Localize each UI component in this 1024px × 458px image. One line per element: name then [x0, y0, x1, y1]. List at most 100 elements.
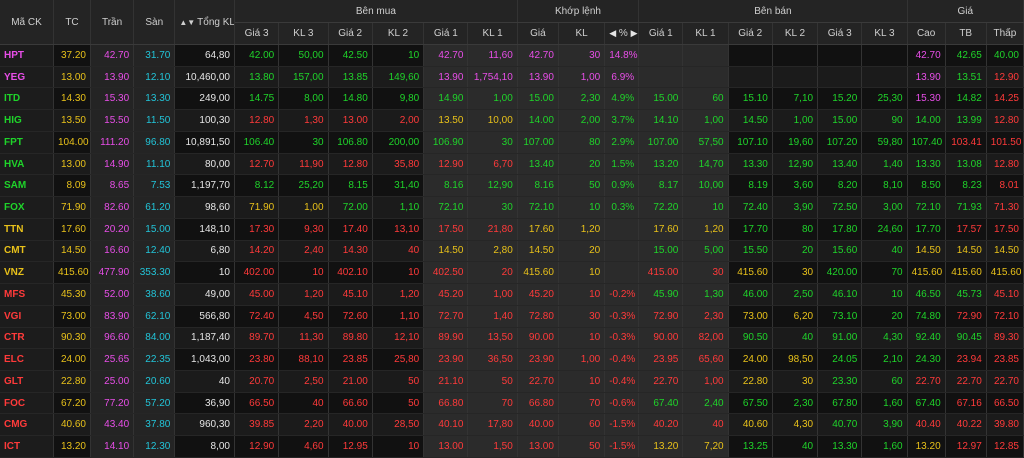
col-header-price-2[interactable]: TB [945, 22, 987, 45]
sell-volume-cell: 30 [772, 261, 819, 285]
sell-volume-cell: 30 [772, 370, 819, 393]
buy-price-cell: 13.85 [328, 66, 373, 89]
chevron-left-icon[interactable]: ◀ [609, 28, 616, 38]
symbol-cell[interactable]: SAM [0, 174, 54, 198]
col-header-buy-1[interactable]: Giá 3 [234, 22, 280, 45]
symbol-cell[interactable]: CMG [0, 413, 54, 437]
ref-price-cell: 90.30 [53, 327, 92, 350]
col-header-buy-5[interactable]: Giá 1 [423, 22, 469, 45]
col-header-ceiling[interactable]: Trần [90, 0, 135, 45]
table-row[interactable]: VGI 73.00 83.90 62.10 566,80 72.40 4,50 72.60 1,… [0, 305, 1024, 328]
table-row[interactable]: TTN 17.60 20.20 15.00 148,10 17.30 9,30 17.40 13… [0, 218, 1024, 241]
ceiling-price-cell: 77.20 [90, 392, 135, 415]
col-header-buy-6[interactable]: KL 1 [467, 22, 518, 45]
ceiling-price-cell: 25.00 [90, 370, 135, 393]
low-price-cell: 66.50 [986, 392, 1024, 415]
buy-volume-cell: 11,60 [467, 44, 518, 67]
sort-icon[interactable]: ▲▼ [179, 18, 195, 27]
table-row[interactable]: FPT 104.00 111.20 96.80 10,891,50 106.40 30 106… [0, 131, 1024, 154]
ceiling-price-cell: 8.65 [90, 174, 135, 198]
sell-price-cell: 73.10 [817, 305, 863, 328]
symbol-cell[interactable]: VNZ [0, 261, 54, 285]
col-header-sell-3[interactable]: Giá 2 [728, 22, 773, 45]
table-row[interactable]: HPT 37.20 42.70 31.70 64,80 42.00 50,00 42.50 10… [0, 44, 1024, 67]
table-row[interactable]: ITD 14.30 15.30 13.30 249,00 14.75 8,00 14.80 9,… [0, 87, 1024, 111]
col-header-price-3[interactable]: Thấp [986, 22, 1024, 45]
col-header-total-volume[interactable]: ▲▼ Tổng KL [174, 0, 235, 45]
col-header-sell-4[interactable]: KL 2 [772, 22, 819, 45]
table-row[interactable]: MFS 45.30 52.00 38.60 49,00 45.00 1,20 45.10 1,2… [0, 283, 1024, 306]
chevron-right-icon[interactable]: ▶ [631, 28, 638, 38]
symbol-cell[interactable]: VGI [0, 305, 54, 328]
symbol-cell[interactable]: FOX [0, 196, 54, 219]
buy-volume-cell: 25,80 [372, 348, 425, 372]
table-row[interactable]: ICT 13.20 14.10 12.30 8,00 12.90 4,60 12.95 10 13… [0, 435, 1024, 458]
sell-volume-cell: 40 [772, 327, 819, 350]
avg-price-cell: 71.93 [945, 196, 987, 219]
col-header-reference[interactable]: TC [53, 0, 92, 45]
table-row[interactable]: ELC 24.00 25.65 22.35 1,043,00 23.80 88,10 23.8… [0, 348, 1024, 372]
col-header-match-1[interactable]: Giá [517, 22, 559, 45]
col-header-sell-6[interactable]: KL 3 [861, 22, 908, 45]
table-row[interactable]: HIG 13.50 15.50 11.50 100,30 12.80 1,30 13.00 2,… [0, 109, 1024, 132]
buy-volume-cell: 30 [278, 131, 329, 154]
col-header-match-pct[interactable]: ◀ % ▶ [604, 22, 640, 45]
high-price-cell: 14.50 [907, 240, 946, 263]
sell-price-cell: 72.40 [728, 196, 773, 219]
col-header-buy-3[interactable]: Giá 2 [328, 22, 373, 45]
table-row[interactable]: FOX 71.90 82.60 61.20 98,60 71.90 1,00 72.00 1,1… [0, 196, 1024, 219]
match-volume-cell: 1,00 [558, 348, 606, 372]
col-header-match-2[interactable]: KL [558, 22, 606, 45]
col-header-buy-2[interactable]: KL 3 [278, 22, 329, 45]
buy-price-cell: 106.90 [423, 131, 469, 154]
sell-volume-cell: 10,00 [682, 174, 729, 198]
col-header-sell-1[interactable]: Giá 1 [638, 22, 684, 45]
floor-price-cell: 57.20 [133, 392, 176, 415]
buy-volume-cell: 1,10 [372, 305, 425, 328]
symbol-cell[interactable]: MFS [0, 283, 54, 306]
symbol-cell[interactable]: ELC [0, 348, 54, 372]
symbol-cell[interactable]: ITD [0, 87, 54, 111]
table-row[interactable]: CMG 40.60 43.40 37.80 960,30 39.85 2,20 40.00 28… [0, 413, 1024, 437]
sell-price-cell: 14.10 [638, 109, 684, 132]
table-row[interactable]: HVA 13.00 14.90 11.10 80,00 12.70 11,90 12.80 35… [0, 153, 1024, 176]
table-row[interactable]: VNZ 415.60 477.90 353.30 10 402.00 10 402.10 10 4… [0, 261, 1024, 285]
col-header-floor[interactable]: Sàn [133, 0, 176, 45]
symbol-cell[interactable]: FOC [0, 392, 54, 415]
buy-volume-cell: 2,20 [278, 413, 329, 437]
symbol-cell[interactable]: YEG [0, 66, 54, 89]
buy-volume-cell: 1,20 [372, 283, 425, 306]
col-header-sell-5[interactable]: Giá 3 [817, 22, 863, 45]
sell-volume-cell: 7,20 [682, 435, 729, 458]
ref-price-cell: 37.20 [53, 44, 92, 67]
table-row[interactable]: CTR 90.30 96.60 84.00 1,187,40 89.70 11,30 89.8… [0, 327, 1024, 350]
match-pct-cell [604, 261, 640, 285]
table-row[interactable]: FOC 67.20 77.20 57.20 36,90 66.50 40 66.60 50 66.… [0, 392, 1024, 415]
ceiling-price-cell: 477.90 [90, 261, 135, 285]
table-row[interactable]: GLT 22.80 25.00 20.60 40 20.70 2,50 21.00 50 21.1… [0, 370, 1024, 393]
symbol-cell[interactable]: GLT [0, 370, 54, 393]
table-row[interactable]: YEG 13.00 13.90 12.10 10,460,00 13.80 157,00 13… [0, 66, 1024, 89]
buy-price-cell: 402.00 [234, 261, 280, 285]
match-pct-cell: -0.3% [604, 327, 640, 350]
symbol-cell[interactable]: HPT [0, 44, 54, 67]
col-header-buy-4[interactable]: KL 2 [372, 22, 425, 45]
match-price-cell: 90.00 [517, 327, 559, 350]
sell-volume-cell: 19,60 [772, 131, 819, 154]
symbol-cell[interactable]: HVA [0, 153, 54, 176]
col-header-price-1[interactable]: Cao [907, 22, 946, 45]
col-header-symbol[interactable]: Mã CK [0, 0, 54, 45]
symbol-cell[interactable]: CTR [0, 327, 54, 350]
symbol-cell[interactable]: CMT [0, 240, 54, 263]
match-volume-cell: 10 [558, 196, 606, 219]
symbol-cell[interactable]: HIG [0, 109, 54, 132]
symbol-cell[interactable]: ICT [0, 435, 54, 458]
buy-volume-cell: 40 [278, 392, 329, 415]
col-header-sell-2[interactable]: KL 1 [682, 22, 729, 45]
symbol-cell[interactable]: FPT [0, 131, 54, 154]
table-row[interactable]: SAM 8.09 8.65 7.53 1,197,70 8.12 25,20 8.15 31,4… [0, 174, 1024, 198]
sell-volume-cell: 3,90 [861, 413, 908, 437]
table-row[interactable]: CMT 14.50 16.60 12.40 6,80 14.20 2,40 14.30 40 14… [0, 240, 1024, 263]
symbol-cell[interactable]: TTN [0, 218, 54, 241]
buy-volume-cell: 50,00 [278, 44, 329, 67]
